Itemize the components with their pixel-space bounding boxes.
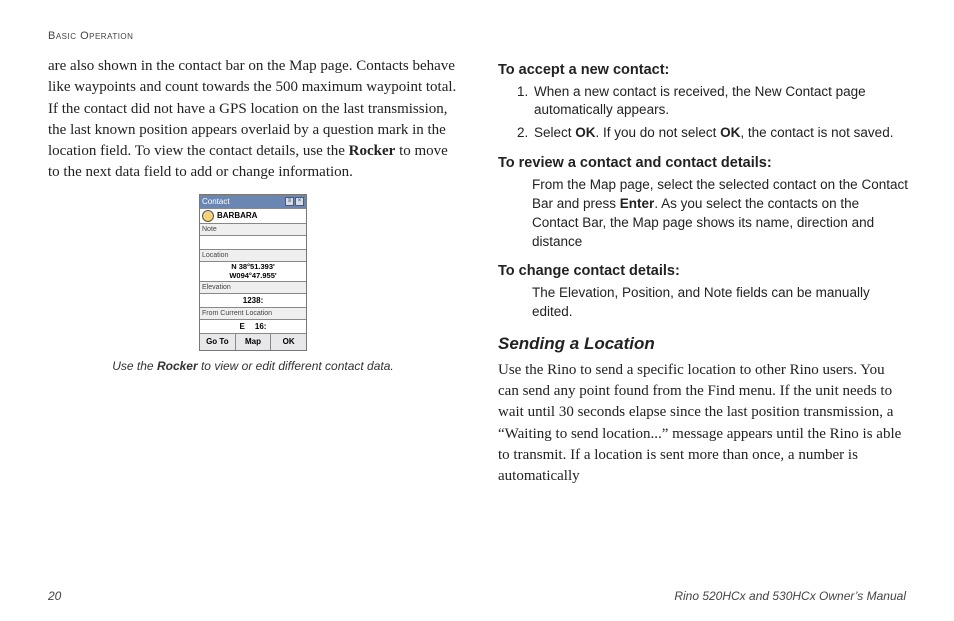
from-current-label: From Current Location <box>200 307 306 319</box>
change-body: The Elevation, Position, and Note fields… <box>498 284 908 322</box>
map-button: Map <box>236 334 272 349</box>
accept-heading: To accept a new contact: <box>498 60 908 81</box>
accept2-mid: . If you do not select <box>596 125 721 140</box>
location-line-2: W094°47.955' <box>200 272 306 280</box>
accept-step-2: Select OK. If you do not select OK, the … <box>532 124 908 143</box>
review-body: From the Map page, select the selected c… <box>498 176 908 252</box>
intro-paragraph: are also shown in the contact bar on the… <box>48 56 458 184</box>
accept2-post: , the contact is not saved. <box>740 125 893 140</box>
manual-title: Rino 520HCx and 530HCx Owner’s Manual <box>674 589 906 603</box>
page-number: 20 <box>48 589 61 603</box>
figure-caption: Use the Rocker to view or edit different… <box>48 358 458 374</box>
from-current-field: E 16: <box>200 319 306 333</box>
location-label: Location <box>200 249 306 261</box>
direction-value: E <box>240 321 245 332</box>
review-heading: To review a contact and contact details: <box>498 153 908 174</box>
elevation-field: 1238: <box>200 293 306 307</box>
review-bold: Enter <box>620 196 655 211</box>
sending-body: Use the Rino to send a specific location… <box>498 360 908 488</box>
note-field <box>200 235 306 249</box>
left-column: are also shown in the contact bar on the… <box>48 56 458 498</box>
elevation-label: Elevation <box>200 281 306 293</box>
device-screen: Contact ≡ × BARBARA Note Location N 38°5… <box>199 194 307 351</box>
device-title: Contact <box>202 196 230 207</box>
sending-heading: Sending a Location <box>498 332 908 356</box>
page-footer: 20 Rino 520HCx and 530HCx Owner’s Manual <box>48 589 906 603</box>
close-icon: × <box>295 197 304 206</box>
caption-pre: Use the <box>112 359 157 373</box>
change-heading: To change contact details: <box>498 261 908 282</box>
goto-button: Go To <box>200 334 236 349</box>
location-field: N 38°51.393' W094°47.955' <box>200 261 306 281</box>
accept2-b2: OK <box>720 125 740 140</box>
accept2-pre: Select <box>534 125 575 140</box>
bearing-value: 16: <box>255 321 267 332</box>
device-buttons: Go To Map OK <box>200 333 306 349</box>
accept-list: When a new contact is received, the New … <box>498 83 908 144</box>
note-label: Note <box>200 223 306 235</box>
face-icon <box>202 210 214 222</box>
device-titlebar: Contact ≡ × <box>200 195 306 208</box>
right-column: To accept a new contact: When a new cont… <box>498 56 908 498</box>
two-column-layout: are also shown in the contact bar on the… <box>48 56 906 498</box>
caption-post: to view or edit different contact data. <box>198 359 394 373</box>
titlebar-icons: ≡ × <box>285 197 304 206</box>
accept-step-1: When a new contact is received, the New … <box>532 83 908 121</box>
accept2-b1: OK <box>575 125 595 140</box>
caption-bold: Rocker <box>157 359 198 373</box>
contact-name-row: BARBARA <box>200 208 306 223</box>
device-figure: Contact ≡ × BARBARA Note Location N 38°5… <box>48 194 458 374</box>
intro-bold: Rocker <box>349 143 396 159</box>
section-header: Basic Operation <box>48 30 906 42</box>
ok-button: OK <box>271 334 306 349</box>
contact-name: BARBARA <box>217 210 257 221</box>
menu-icon: ≡ <box>285 197 294 206</box>
